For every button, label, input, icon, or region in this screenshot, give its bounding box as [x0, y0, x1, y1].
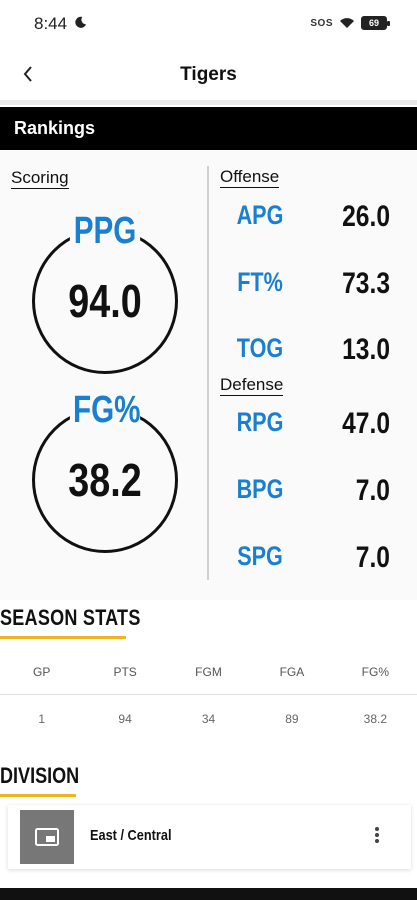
division-thumbnail [20, 810, 74, 864]
ppg-value: 94.0 [68, 275, 142, 327]
sos-indicator: SOS [310, 17, 333, 29]
stat-abbr: RPG [236, 407, 284, 437]
section-underline [0, 794, 76, 797]
table-cell: 34 [201, 711, 216, 726]
rankings-panel: Scoring Offense Defense PPG 94.0 FG% 38.… [0, 150, 417, 600]
stat-value: 7.0 [355, 474, 390, 507]
bottom-bar [0, 888, 417, 900]
offense-row-tog: TOG 13.0 [220, 333, 400, 373]
scoring-label: Scoring [11, 168, 69, 189]
table-cell: 38.2 [363, 711, 387, 726]
fg-percent-label: FG% [69, 389, 141, 432]
stat-abbr: SPG [237, 541, 283, 571]
stat-abbr: FT% [237, 267, 283, 297]
table-row: 1 94 34 89 38.2 [0, 694, 417, 742]
stat-abbr: APG [236, 200, 284, 230]
division-card[interactable]: East / Central [8, 805, 411, 869]
stat-value: 7.0 [355, 541, 390, 574]
defense-row-rpg: RPG 47.0 [220, 407, 400, 447]
stat-value: 13.0 [342, 333, 390, 366]
stat-value: 73.3 [342, 267, 390, 300]
ppg-label: PPG [69, 210, 141, 253]
column-header: FGA [279, 665, 305, 679]
table-cell: 89 [285, 711, 299, 726]
offense-label: Offense [220, 167, 280, 188]
defense-row-bpg: BPG 7.0 [220, 474, 400, 514]
column-header: GP [33, 665, 51, 679]
app-bar: Tigers [0, 50, 417, 100]
rankings-header: Rankings [0, 107, 417, 150]
season-stats-title: SEASON STATS [0, 605, 141, 630]
offense-row-apg: APG 26.0 [220, 200, 400, 240]
stat-abbr: BPG [236, 474, 284, 504]
status-time: 8:44 [34, 14, 68, 33]
column-divider [207, 166, 209, 580]
season-stats-table: GP PTS FGM FGA FG% 1 94 34 89 38.2 [0, 650, 417, 742]
division-title: DIVISION [0, 763, 80, 788]
status-bar: 8:44 SOS 69 [0, 0, 417, 48]
divider [0, 100, 417, 105]
offense-row-ft: FT% 73.3 [220, 267, 400, 307]
stat-abbr: TOG [236, 333, 284, 363]
table-header-row: GP PTS FGM FGA FG% [0, 650, 417, 694]
status-icons: SOS 69 [310, 16, 390, 30]
division-name: East / Central [90, 827, 172, 844]
moon-icon [75, 16, 87, 28]
stat-value: 47.0 [342, 407, 390, 440]
section-underline [0, 636, 126, 639]
table-cell: 1 [38, 711, 46, 726]
picture-in-picture-icon [35, 828, 59, 846]
column-header: FG% [361, 665, 389, 679]
defense-label: Defense [220, 375, 284, 396]
column-header: PTS [113, 665, 137, 679]
wifi-icon [340, 18, 354, 28]
more-vertical-icon[interactable] [373, 825, 381, 849]
fg-percent-value: 38.2 [68, 454, 142, 506]
table-cell: 94 [118, 711, 132, 726]
rankings-title: Rankings [14, 118, 96, 138]
page-title: Tigers [180, 64, 237, 85]
column-header: FGM [195, 665, 222, 679]
defense-row-spg: SPG 7.0 [220, 541, 400, 581]
battery-icon: 69 [361, 16, 390, 30]
stat-value: 26.0 [342, 200, 390, 233]
